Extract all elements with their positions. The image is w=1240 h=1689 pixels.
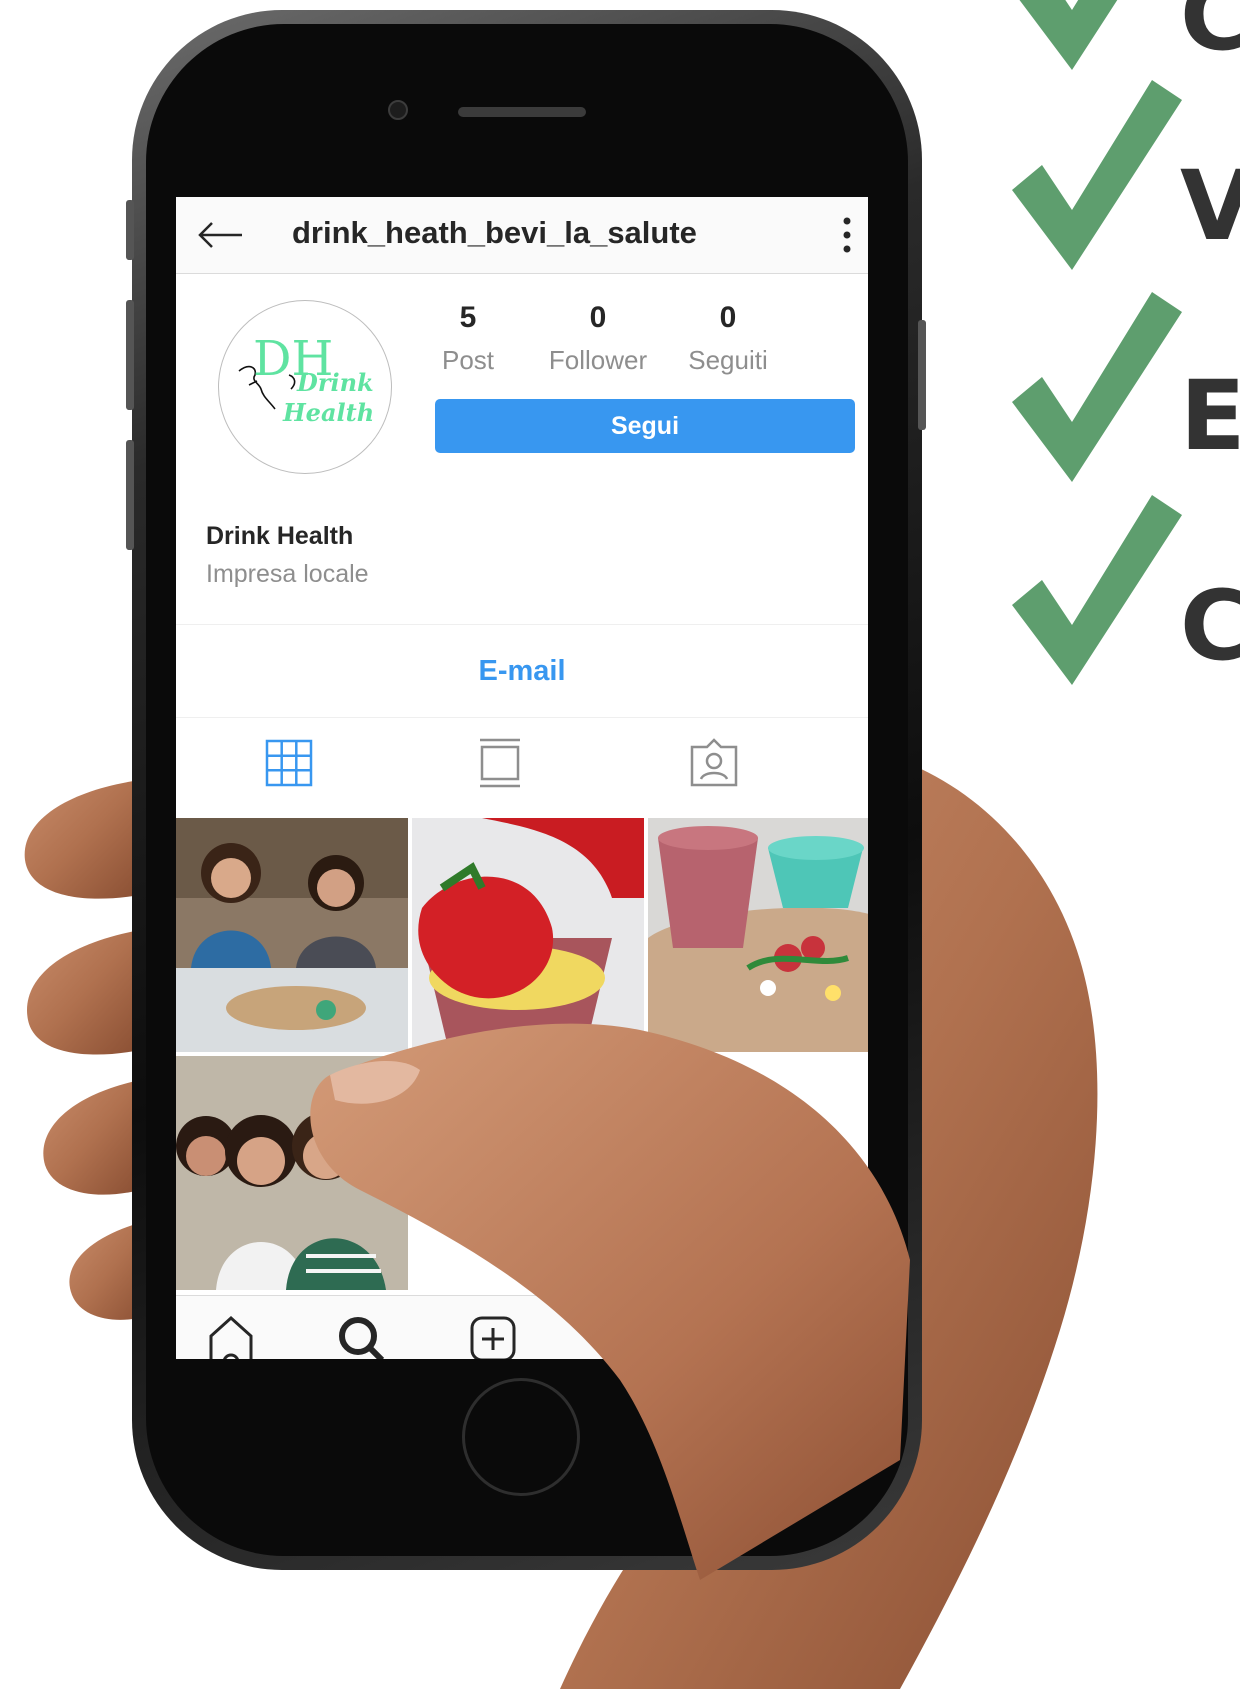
stat-followers-value: 0 [589, 301, 607, 334]
checklist-item-2-letter: V [1180, 150, 1240, 262]
top-bar: drink_heath_bevi_la_salute [176, 197, 868, 274]
check-icon [1019, 0, 1118, 70]
logo-text-health: Health [282, 398, 374, 427]
profile-tabs [176, 717, 868, 813]
stat-following-value: 0 [719, 301, 737, 334]
volume-button [126, 200, 134, 260]
bottom-navigation [176, 1295, 868, 1359]
stat-following-label: Seguiti [688, 345, 768, 375]
power-button [918, 320, 926, 430]
checklist-item-1-letter: C [1180, 0, 1240, 72]
checklist-item-3-letter: E [1180, 360, 1240, 472]
stat-posts[interactable]: 5 Post [398, 301, 538, 376]
post-thumbnail[interactable] [176, 818, 408, 1052]
check-icon [1012, 292, 1182, 482]
more-options-icon[interactable] [842, 215, 852, 255]
stat-followers-label: Follower [548, 345, 648, 375]
tagged-icon[interactable] [688, 737, 740, 789]
profile-display-name: Drink Health [206, 522, 354, 550]
checklist-item-4-letter: C [1180, 570, 1240, 682]
search-icon[interactable] [336, 1314, 386, 1359]
profile-username: drink_heath_bevi_la_salute [292, 215, 697, 250]
stat-posts-label: Post [441, 345, 495, 375]
post-thumbnail[interactable] [412, 818, 644, 1052]
drink-health-logo: DH Drink Health [238, 331, 374, 427]
stat-followers[interactable]: 0 Follower [528, 301, 668, 376]
profile-category: Impresa locale [206, 560, 369, 588]
volume-up-button [126, 300, 134, 410]
email-button[interactable]: E-mail [176, 655, 868, 688]
stat-posts-value: 5 [459, 301, 477, 334]
home-icon[interactable] [206, 1314, 256, 1359]
logo-text-drink: Drink [296, 368, 374, 397]
stat-following[interactable]: 0 Seguiti [658, 301, 798, 376]
post-thumbnail[interactable] [648, 818, 868, 1052]
front-camera [388, 100, 408, 120]
feed-icon[interactable] [474, 737, 526, 789]
home-button[interactable] [462, 1378, 580, 1496]
grid-icon[interactable] [263, 737, 315, 789]
follow-button[interactable]: Segui [435, 399, 855, 453]
contact-row: E-mail [176, 624, 868, 718]
instagram-profile-screen: drink_heath_bevi_la_salute DH Drink Heal… [176, 197, 868, 1359]
check-icon [1012, 80, 1182, 270]
check-icon [1012, 495, 1182, 685]
back-arrow-icon[interactable] [196, 219, 244, 251]
volume-down-button [126, 440, 134, 550]
earpiece-speaker [458, 107, 586, 117]
profile-avatar[interactable]: DH Drink Health [218, 300, 392, 474]
post-thumbnail[interactable] [176, 1056, 408, 1290]
add-post-icon[interactable] [468, 1314, 518, 1359]
